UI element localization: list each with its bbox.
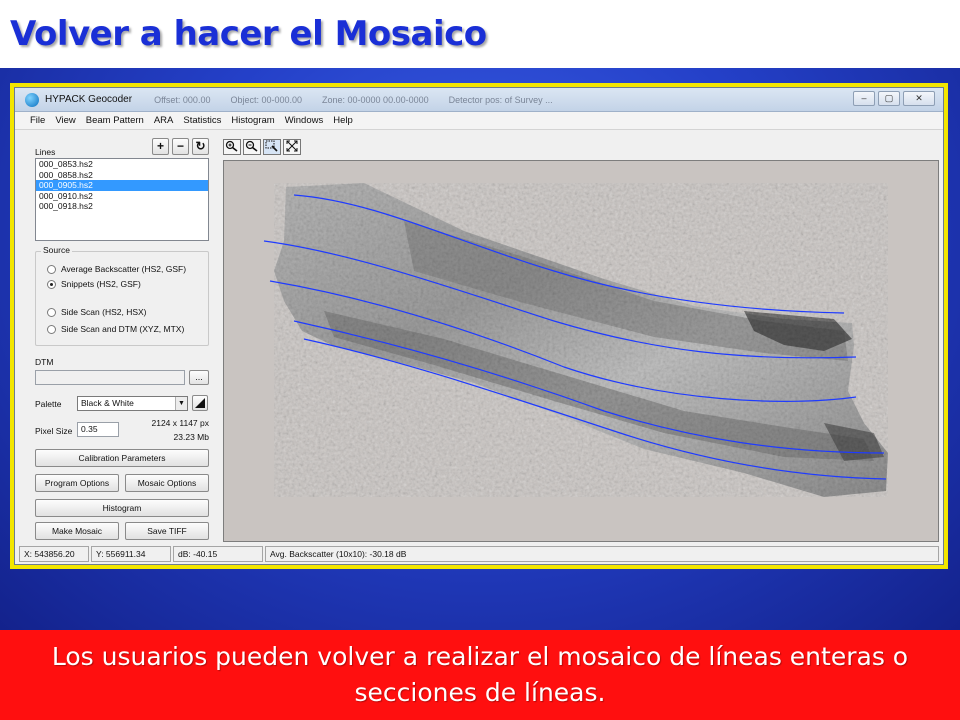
close-button[interactable]: ✕ [903,91,935,106]
remove-line-button[interactable]: − [172,138,189,155]
status-db: dB: -40.15 [173,546,263,562]
slide-caption: Los usuarios pueden volver a realizar el… [51,642,909,707]
palette-select[interactable]: Black & White ▼ [77,396,188,411]
mosaic-file-size: 23.23 Mb [173,432,209,442]
title-info-item: Offset: 000.00 [154,94,211,105]
title-info-item: Zone: 00-0000 00.00-0000 [322,94,429,105]
sonar-mosaic-image [263,183,888,497]
slide-title: Volver a hacer el Mosaico [10,14,487,54]
geocoder-window: HYPACK Geocoder Offset: 000.00 Object: 0… [14,87,944,565]
line-item[interactable]: 000_0910.hs2 [36,191,208,202]
zoom-extents-button[interactable] [283,139,301,155]
dtm-label: DTM [35,357,54,367]
radio-button[interactable] [47,307,56,317]
calibration-parameters-button[interactable]: Calibration Parameters [35,449,209,467]
maximize-button[interactable]: ▢ [878,91,900,106]
mosaic-view[interactable] [223,160,939,542]
title-info-item: Object: 00-000.00 [230,94,303,105]
program-options-button[interactable]: Program Options [35,474,119,492]
line-item[interactable]: 000_0853.hs2 [36,159,208,170]
menu-ara[interactable]: ARA [149,115,179,126]
palette-value: Black & White [81,398,134,408]
zoom-in-button[interactable] [223,139,241,155]
menu-windows[interactable]: Windows [280,115,329,126]
mosaic-toolbar [223,139,301,155]
title-info: Offset: 000.00 Object: 00-000.00 Zone: 0… [154,95,553,105]
source-option-side-scan[interactable]: Side Scan (HS2, HSX) [47,307,147,317]
status-x: X: 543856.20 [19,546,89,562]
pixel-size-input[interactable]: 0.35 [77,422,119,437]
radio-label: Snippets (HS2, GSF) [61,279,141,289]
mosaic-options-button[interactable]: Mosaic Options [125,474,209,492]
radio-button[interactable] [47,324,56,334]
title-info-item: Detector pos: of Survey ... [448,94,553,105]
zoom-out-button[interactable] [243,139,261,155]
app-logo-icon [25,92,39,107]
line-item-selected[interactable]: 000_0905.hs2 [36,180,208,191]
menu-statistics[interactable]: Statistics [178,115,226,126]
zoom-window-icon [265,140,278,152]
minimize-button[interactable]: – [853,91,875,106]
source-option-avg-backscatter[interactable]: Average Backscatter (HS2, GSF) [47,264,186,274]
status-avg-backscatter: Avg. Backscatter (10x10): -30.18 dB [265,546,939,562]
menu-view[interactable]: View [50,115,80,126]
chevron-down-icon[interactable]: ▼ [175,397,187,410]
status-y: Y: 556911.34 [91,546,171,562]
window-controls: – ▢ ✕ [853,91,935,106]
refresh-lines-button[interactable]: ↻ [192,138,209,155]
menu-help[interactable]: Help [328,115,358,126]
radio-label: Side Scan (HS2, HSX) [61,307,147,317]
window-title: HYPACK Geocoder [45,94,133,105]
lines-label: Lines [35,147,56,157]
dtm-field[interactable] [35,370,185,385]
line-item[interactable]: 000_0918.hs2 [36,201,208,212]
line-item[interactable]: 000_0858.hs2 [36,170,208,181]
source-option-snippets[interactable]: Snippets (HS2, GSF) [47,279,141,289]
pixel-size-label: Pixel Size [35,426,73,436]
histogram-button[interactable]: Histogram [35,499,209,517]
source-option-side-scan-dtm[interactable]: Side Scan and DTM (XYZ, MTX) [47,324,184,334]
make-mosaic-button[interactable]: Make Mosaic [35,522,119,540]
caption-band: Los usuarios pueden volver a realizar el… [0,630,960,720]
source-label: Source [41,245,72,255]
dtm-browse-button[interactable]: ... [189,370,209,385]
zoom-extents-icon [286,140,298,152]
title-bar[interactable]: HYPACK Geocoder Offset: 000.00 Object: 0… [15,88,943,112]
status-bar: X: 543856.20 Y: 556911.34 dB: -40.15 Avg… [19,546,941,562]
palette-label: Palette [35,399,62,409]
palette-edit-icon [195,398,205,408]
save-tiff-button[interactable]: Save TIFF [125,522,209,540]
menu-file[interactable]: File [25,115,50,126]
menu-beam-pattern[interactable]: Beam Pattern [81,115,149,126]
lines-list[interactable]: 000_0853.hs2 000_0858.hs2 000_0905.hs2 0… [35,158,209,241]
menu-histogram[interactable]: Histogram [226,115,279,126]
zoom-in-icon [225,140,238,152]
menu-bar: File View Beam Pattern ARA Statistics Hi… [15,112,943,130]
radio-label: Side Scan and DTM (XYZ, MTX) [61,324,185,334]
add-line-button[interactable]: + [152,138,169,155]
palette-edit-button[interactable] [192,395,208,411]
zoom-window-button[interactable] [263,139,281,155]
zoom-out-icon [245,140,258,152]
mosaic-dimensions: 2124 x 1147 px [151,418,210,428]
radio-button[interactable] [47,264,56,274]
radio-button-selected[interactable] [47,279,56,289]
radio-label: Average Backscatter (HS2, GSF) [61,264,187,274]
